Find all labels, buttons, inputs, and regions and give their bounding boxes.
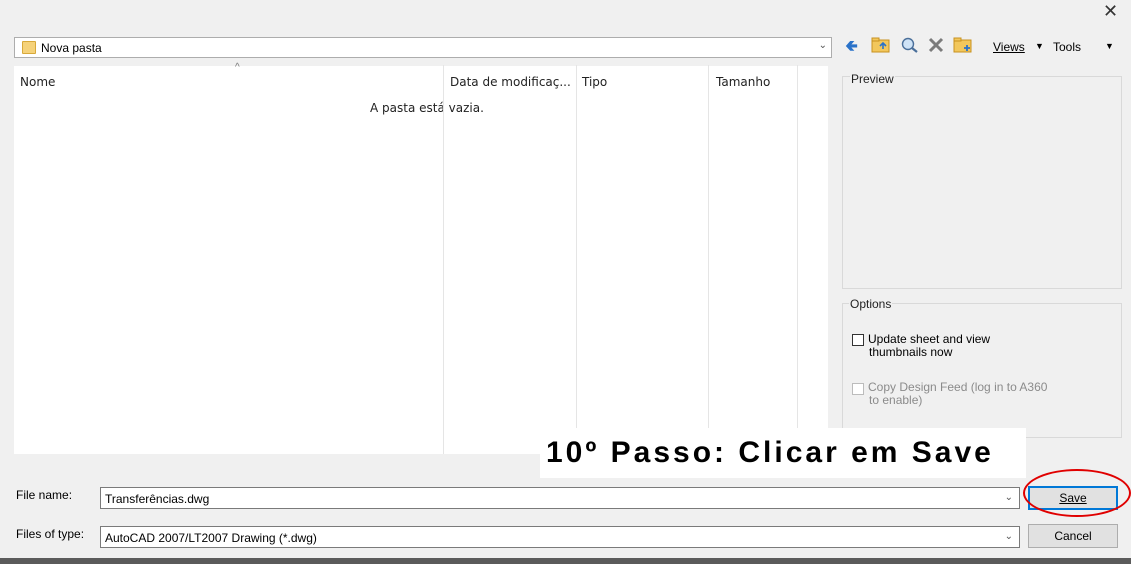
column-header-type[interactable]: Tipo <box>582 75 607 89</box>
step-annotation-text: 10º Passo: Clicar em Save <box>546 436 994 469</box>
copy-design-feed-label: Copy Design Feed (log in to A360 to enabl… <box>868 380 1048 407</box>
save-button[interactable]: Save <box>1028 486 1118 510</box>
close-icon[interactable]: ✕ <box>1103 1 1118 22</box>
column-header-size[interactable]: Tamanho <box>716 75 770 89</box>
chevron-down-icon[interactable]: ⌄ <box>819 40 827 51</box>
update-thumbnails-checkbox[interactable] <box>852 334 864 346</box>
views-dropdown-icon[interactable]: ▼ <box>1035 41 1044 51</box>
file-type-value: AutoCAD 2007/LT2007 Drawing (*.dwg) <box>105 531 317 545</box>
step-annotation: 10º Passo: Clicar em Save <box>540 428 1026 478</box>
folder-icon <box>22 41 36 54</box>
new-folder-icon[interactable] <box>953 36 973 61</box>
tools-menu[interactable]: Tools <box>1053 40 1081 54</box>
file-name-label: File name: <box>16 488 73 502</box>
copy-design-feed-checkbox[interactable] <box>852 383 864 395</box>
toolbar: 🢀 Views ▼ Tools ▼ <box>843 36 1128 60</box>
column-divider <box>443 65 444 454</box>
cancel-button[interactable]: Cancel <box>1028 524 1118 548</box>
folder-path-combo[interactable]: Nova pasta ⌄ <box>14 37 832 58</box>
file-type-select[interactable]: AutoCAD 2007/LT2007 Drawing (*.dwg) ⌄ <box>100 526 1020 548</box>
column-divider <box>797 65 798 454</box>
file-type-label: Files of type: <box>16 527 85 541</box>
tools-dropdown-icon[interactable]: ▼ <box>1105 41 1114 51</box>
file-name-value: Transferências.dwg <box>105 492 210 506</box>
file-name-input[interactable]: Transferências.dwg ⌄ <box>100 487 1020 509</box>
options-group: Update sheet and view thumbnails now Copy… <box>842 303 1122 438</box>
column-header-name[interactable]: Nome <box>20 75 55 89</box>
column-header-date[interactable]: Data de modificaç... <box>450 75 571 89</box>
column-divider <box>708 65 709 454</box>
chevron-down-icon[interactable]: ⌄ <box>1005 531 1013 542</box>
window-bottom-edge <box>0 558 1131 564</box>
options-title: Options <box>849 297 893 311</box>
preview-pane <box>842 76 1122 289</box>
back-arrow-icon[interactable]: 🢀 <box>845 36 858 58</box>
up-folder-icon[interactable] <box>871 36 891 61</box>
chevron-down-icon[interactable]: ⌄ <box>1005 492 1013 503</box>
delete-icon[interactable] <box>927 36 945 61</box>
preview-title: Preview <box>850 72 895 86</box>
current-folder-label: Nova pasta <box>41 41 102 55</box>
empty-folder-message: A pasta está vazia. <box>370 101 484 115</box>
file-list[interactable]: ^ Nome Data de modificaç... Tipo Tamanho… <box>14 62 828 454</box>
views-menu[interactable]: Views <box>993 40 1025 54</box>
update-thumbnails-label: Update sheet and view thumbnails now <box>868 332 991 359</box>
sort-ascending-icon: ^ <box>235 62 240 73</box>
search-web-icon[interactable] <box>900 36 920 61</box>
column-divider <box>576 65 577 454</box>
